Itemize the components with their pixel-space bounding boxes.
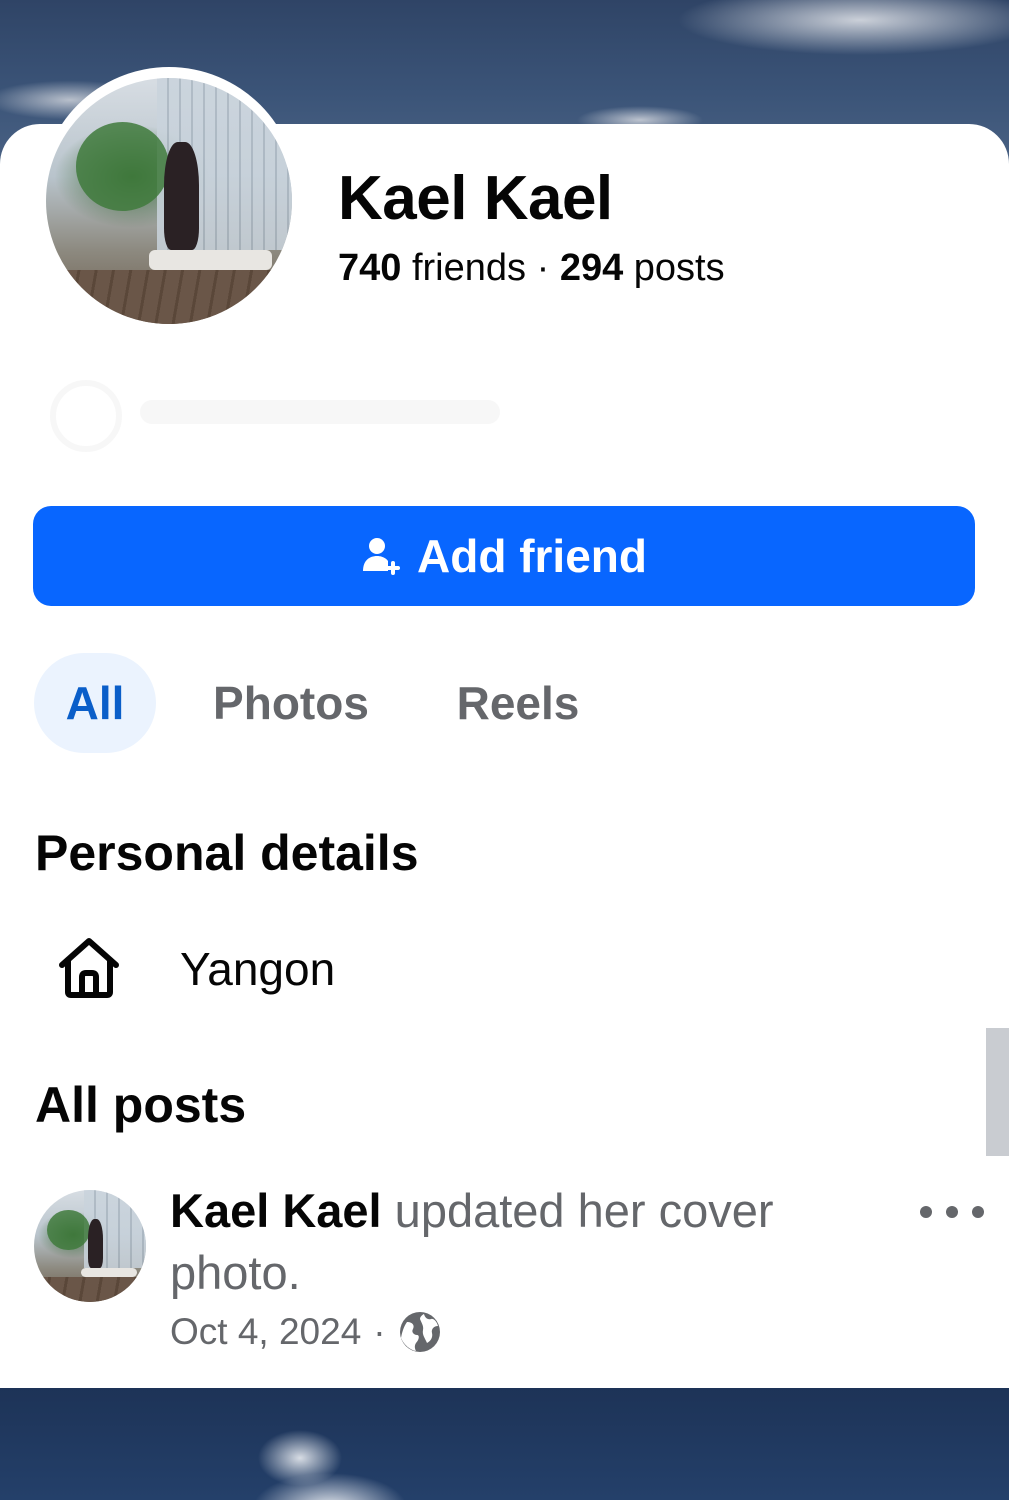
post-date[interactable]: Oct 4, 2024 — [170, 1311, 361, 1353]
location-text: Yangon — [180, 943, 336, 995]
faded-icon — [50, 380, 122, 452]
scrollbar-thumb[interactable] — [986, 1028, 1009, 1156]
post-header: Kael Kael updated her cover photo. — [170, 1180, 890, 1304]
post-author-name[interactable]: Kael Kael — [170, 1184, 382, 1237]
friends-label[interactable]: friends — [412, 247, 526, 289]
profile-name: Kael Kael — [338, 164, 613, 233]
next-post-image[interactable] — [0, 1388, 1009, 1500]
tab-reels[interactable]: Reels — [438, 653, 598, 753]
posts-count: 294 — [559, 247, 624, 289]
photo-deck — [46, 269, 292, 324]
tab-all[interactable]: All — [34, 653, 156, 753]
more-dot — [946, 1206, 958, 1218]
faded-detail-row — [40, 380, 500, 452]
stats-separator: · — [536, 247, 550, 289]
more-dot — [920, 1206, 932, 1218]
friends-count[interactable]: 740 — [338, 247, 401, 289]
personal-details-title: Personal details — [35, 825, 419, 881]
add-person-icon — [363, 538, 400, 575]
profile-stats: 740 friends · 294 posts — [338, 247, 725, 290]
all-posts-title: All posts — [35, 1077, 247, 1133]
photo-lounger — [81, 1268, 138, 1278]
post-meta-separator: · — [373, 1311, 386, 1352]
photo-person — [164, 141, 199, 251]
add-friend-button[interactable]: Add friend — [33, 506, 975, 606]
photo-lounger — [149, 250, 273, 270]
posts-label: posts — [633, 247, 725, 289]
faded-text — [140, 400, 500, 424]
photo-person — [87, 1219, 104, 1269]
tab-photos[interactable]: Photos — [196, 653, 386, 753]
photo-tree — [75, 122, 169, 211]
post-meta: Oct 4, 2024 · — [170, 1310, 442, 1354]
home-icon — [59, 938, 119, 998]
more-dot — [972, 1206, 984, 1218]
globe-icon[interactable] — [398, 1310, 442, 1354]
add-friend-label: Add friend — [417, 530, 647, 582]
more-options-icon[interactable] — [920, 1190, 984, 1234]
post-author-avatar[interactable] — [34, 1190, 146, 1302]
profile-picture[interactable] — [46, 78, 292, 324]
photo-deck — [34, 1277, 146, 1302]
